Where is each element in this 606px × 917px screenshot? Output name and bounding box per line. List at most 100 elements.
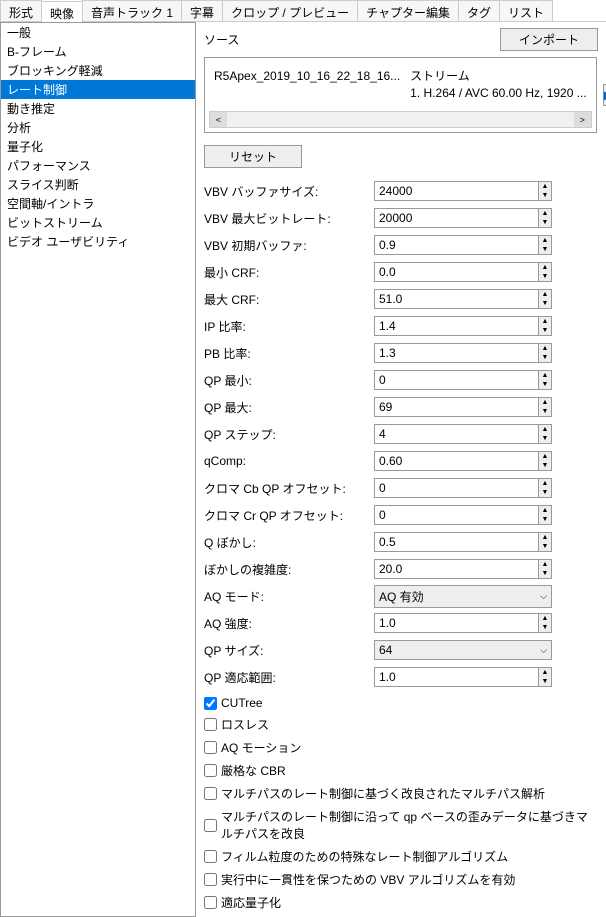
spin-up-12[interactable]: ▲ [539,506,551,515]
sidebar-item-3[interactable]: レート制御 [1,80,195,99]
spin-up-6[interactable]: ▲ [539,344,551,353]
spin-up-0[interactable]: ▲ [539,182,551,191]
spin-down-14[interactable]: ▼ [539,569,551,578]
field-input-0[interactable] [374,181,539,201]
checkbox-1[interactable] [204,718,217,731]
check-row-6[interactable]: フィルム粒度のための特殊なレート制御アルゴリズム [204,848,598,865]
tab-6[interactable]: タグ [458,0,500,21]
spin-up-2[interactable]: ▲ [539,236,551,245]
field-input-10[interactable] [374,451,539,471]
spin-up-10[interactable]: ▲ [539,452,551,461]
import-button[interactable]: インポート [500,28,598,51]
check-row-3[interactable]: 厳格な CBR [204,762,598,779]
field-label-14: ぼかしの複雑度: [204,561,374,578]
scroll-left-icon[interactable]: < [210,112,227,127]
spin-up-7[interactable]: ▲ [539,371,551,380]
field-input-11[interactable] [374,478,539,498]
spin-up-5[interactable]: ▲ [539,317,551,326]
checkbox-8[interactable] [204,896,217,909]
reset-button[interactable]: リセット [204,145,302,168]
sidebar-item-8[interactable]: スライス判断 [1,175,195,194]
field-input-16[interactable] [374,613,539,633]
field-select-17[interactable]: 64⌵ [374,640,552,660]
field-input-18[interactable] [374,667,539,687]
spin-down-1[interactable]: ▼ [539,218,551,227]
field-input-3[interactable] [374,262,539,282]
field-input-13[interactable] [374,532,539,552]
spin-down-12[interactable]: ▼ [539,515,551,524]
field-input-9[interactable] [374,424,539,444]
checkbox-0[interactable] [204,697,217,710]
sidebar-item-9[interactable]: 空間軸/イントラ [1,194,195,213]
spin-down-16[interactable]: ▼ [539,623,551,632]
spin-down-5[interactable]: ▼ [539,326,551,335]
check-row-5[interactable]: マルチパスのレート制御に沿って qp ベースの歪みデータに基づきマルチパスを改良 [204,808,598,842]
spin-up-16[interactable]: ▲ [539,614,551,623]
spin-down-3[interactable]: ▼ [539,272,551,281]
spin-down-10[interactable]: ▼ [539,461,551,470]
check-row-4[interactable]: マルチパスのレート制御に基づく改良されたマルチパス解析 [204,785,598,802]
field-input-2[interactable] [374,235,539,255]
sidebar-item-1[interactable]: B-フレーム [1,42,195,61]
check-row-2[interactable]: AQ モーション [204,739,598,756]
checkbox-5[interactable] [204,819,217,832]
sidebar-item-2[interactable]: ブロッキング軽減 [1,61,195,80]
spin-down-13[interactable]: ▼ [539,542,551,551]
spin-up-11[interactable]: ▲ [539,479,551,488]
spin-up-18[interactable]: ▲ [539,668,551,677]
spin-down-0[interactable]: ▼ [539,191,551,200]
field-input-5[interactable] [374,316,539,336]
check-row-8[interactable]: 適応量子化 [204,894,598,911]
field-input-8[interactable] [374,397,539,417]
spin-down-9[interactable]: ▼ [539,434,551,443]
spin-up-8[interactable]: ▲ [539,398,551,407]
field-input-1[interactable] [374,208,539,228]
sidebar-item-7[interactable]: パフォーマンス [1,156,195,175]
field-input-12[interactable] [374,505,539,525]
tab-1[interactable]: 映像 [41,1,83,22]
sidebar-item-5[interactable]: 分析 [1,118,195,137]
tab-3[interactable]: 字幕 [181,0,223,21]
checkbox-4[interactable] [204,787,217,800]
spin-up-1[interactable]: ▲ [539,209,551,218]
spin-up-14[interactable]: ▲ [539,560,551,569]
source-scrollbar[interactable]: < > [209,111,592,128]
check-row-0[interactable]: CUTree [204,696,598,710]
field-select-15[interactable]: AQ 有効⌵ [374,585,552,608]
spin-up-13[interactable]: ▲ [539,533,551,542]
check-row-1[interactable]: ロスレス [204,716,598,733]
checkbox-3[interactable] [204,764,217,777]
checkbox-7[interactable] [204,873,217,886]
source-filename[interactable]: R5Apex_2019_10_16_22_18_16... [214,69,400,83]
checkbox-6[interactable] [204,850,217,863]
check-label-3: 厳格な CBR [221,762,286,779]
spin-down-8[interactable]: ▼ [539,407,551,416]
sidebar-item-0[interactable]: 一般 [1,23,195,42]
tab-2[interactable]: 音声トラック 1 [82,0,182,21]
sidebar-item-11[interactable]: ビデオ ユーザビリティ [1,232,195,251]
tab-7[interactable]: リスト [499,0,553,21]
spin-up-3[interactable]: ▲ [539,263,551,272]
source-stream[interactable]: 1. H.264 / AVC 60.00 Hz, 1920 ... [410,86,587,100]
spin-down-4[interactable]: ▼ [539,299,551,308]
check-row-7[interactable]: 実行中に一貫性を保つための VBV アルゴリズムを有効 [204,871,598,888]
spin-down-18[interactable]: ▼ [539,677,551,686]
tab-4[interactable]: クロップ / プレビュー [222,0,358,21]
spin-down-6[interactable]: ▼ [539,353,551,362]
checkbox-2[interactable] [204,741,217,754]
field-input-14[interactable] [374,559,539,579]
sidebar-item-4[interactable]: 動き推定 [1,99,195,118]
tab-5[interactable]: チャプター編集 [357,0,459,21]
field-input-4[interactable] [374,289,539,309]
spin-down-2[interactable]: ▼ [539,245,551,254]
spin-up-9[interactable]: ▲ [539,425,551,434]
spin-up-4[interactable]: ▲ [539,290,551,299]
spin-down-11[interactable]: ▼ [539,488,551,497]
sidebar-item-6[interactable]: 量子化 [1,137,195,156]
field-input-7[interactable] [374,370,539,390]
field-input-6[interactable] [374,343,539,363]
tab-0[interactable]: 形式 [0,0,42,21]
scroll-right-icon[interactable]: > [574,112,591,127]
sidebar-item-10[interactable]: ビットストリーム [1,213,195,232]
spin-down-7[interactable]: ▼ [539,380,551,389]
